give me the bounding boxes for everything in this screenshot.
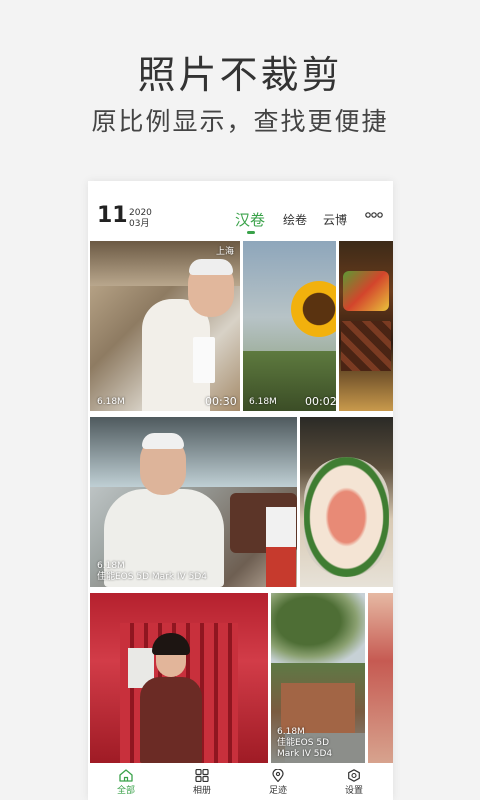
tab-huijuan[interactable]: 绘卷: [283, 211, 307, 228]
camera-tag-line2: Mark IV 5D4: [277, 749, 333, 759]
photo-red-corridor[interactable]: [90, 593, 268, 763]
nav-item-footprints[interactable]: 足迹: [240, 765, 316, 800]
size-tag: 6.18M: [97, 397, 125, 407]
person-hair: [142, 433, 184, 449]
sunflower: [291, 281, 336, 337]
building: [281, 683, 355, 733]
nav-label-albums: 相册: [192, 786, 211, 796]
photo-sunflower-video[interactable]: 6.18M 00:02: [243, 241, 336, 411]
person-hair: [189, 259, 233, 275]
date-day: 11: [97, 203, 128, 228]
top-bar: 11 2020 03月 汉卷 绘卷 云博: [88, 181, 393, 237]
more-dots-icon[interactable]: [365, 211, 383, 219]
date-year: 2020: [129, 208, 152, 218]
location-pin-icon: [272, 769, 284, 782]
nav-item-all[interactable]: 全部: [88, 765, 164, 800]
settings-icon: [348, 769, 360, 782]
camera-tag-line1: 佳能EOS 5D: [277, 738, 330, 748]
photo-elder-seated[interactable]: 6.18M 佳能EOS 5D Mark IV 5D4: [90, 417, 297, 587]
date-year-month: 2020 03月: [129, 208, 152, 230]
window-background: [90, 417, 297, 487]
nav-item-settings[interactable]: 设置: [316, 765, 392, 800]
promo-headline: 照片不裁剪: [137, 53, 343, 97]
photo-sashimi[interactable]: [300, 417, 393, 587]
tab-active-indicator: [247, 231, 255, 234]
camera-tag: 佳能EOS 5D Mark IV 5D4: [97, 572, 207, 582]
promo-subline: 原比例显示，查找更便捷: [91, 107, 389, 136]
tab-yunbo[interactable]: 云博: [323, 211, 347, 228]
nav-label-footprints: 足迹: [268, 786, 287, 796]
grid-icon: [195, 769, 209, 782]
coffee-cup: [193, 337, 215, 383]
tab-hanjuan[interactable]: 汉卷: [235, 209, 265, 230]
home-icon: [119, 769, 133, 782]
tree-canopy: [271, 593, 365, 663]
duration-tag: 00:30: [205, 395, 237, 408]
size-tag: 6.18M: [249, 397, 277, 407]
location-tag: 上海: [216, 247, 235, 257]
drink-cup: [266, 507, 296, 587]
sashimi-plate: [304, 457, 389, 577]
photo-tree-building[interactable]: 6.18M 佳能EOS 5D Mark IV 5D4: [271, 593, 365, 763]
vegetables: [343, 271, 389, 311]
photo-partial-right[interactable]: [368, 593, 393, 763]
date-month: 03月: [129, 219, 150, 229]
steak-slices: [341, 321, 391, 371]
photo-steak[interactable]: [339, 241, 393, 411]
nav-label-all: 全部: [116, 786, 135, 796]
size-tag: 6.18M: [277, 727, 305, 737]
photo-cafe-elder-video[interactable]: 上海 6.18M 00:30: [90, 241, 240, 411]
person-jacket: [140, 677, 202, 763]
bottom-nav: 全部 相册 足迹 设置: [88, 765, 393, 800]
duration-tag: 00:02: [305, 395, 336, 408]
nav-label-settings: 设置: [344, 786, 363, 796]
nav-item-albums[interactable]: 相册: [164, 765, 240, 800]
app-screen: 11 2020 03月 汉卷 绘卷 云博 上海 6.18M 00:30 6.18…: [88, 181, 393, 800]
size-tag: 6.18M: [97, 561, 125, 571]
